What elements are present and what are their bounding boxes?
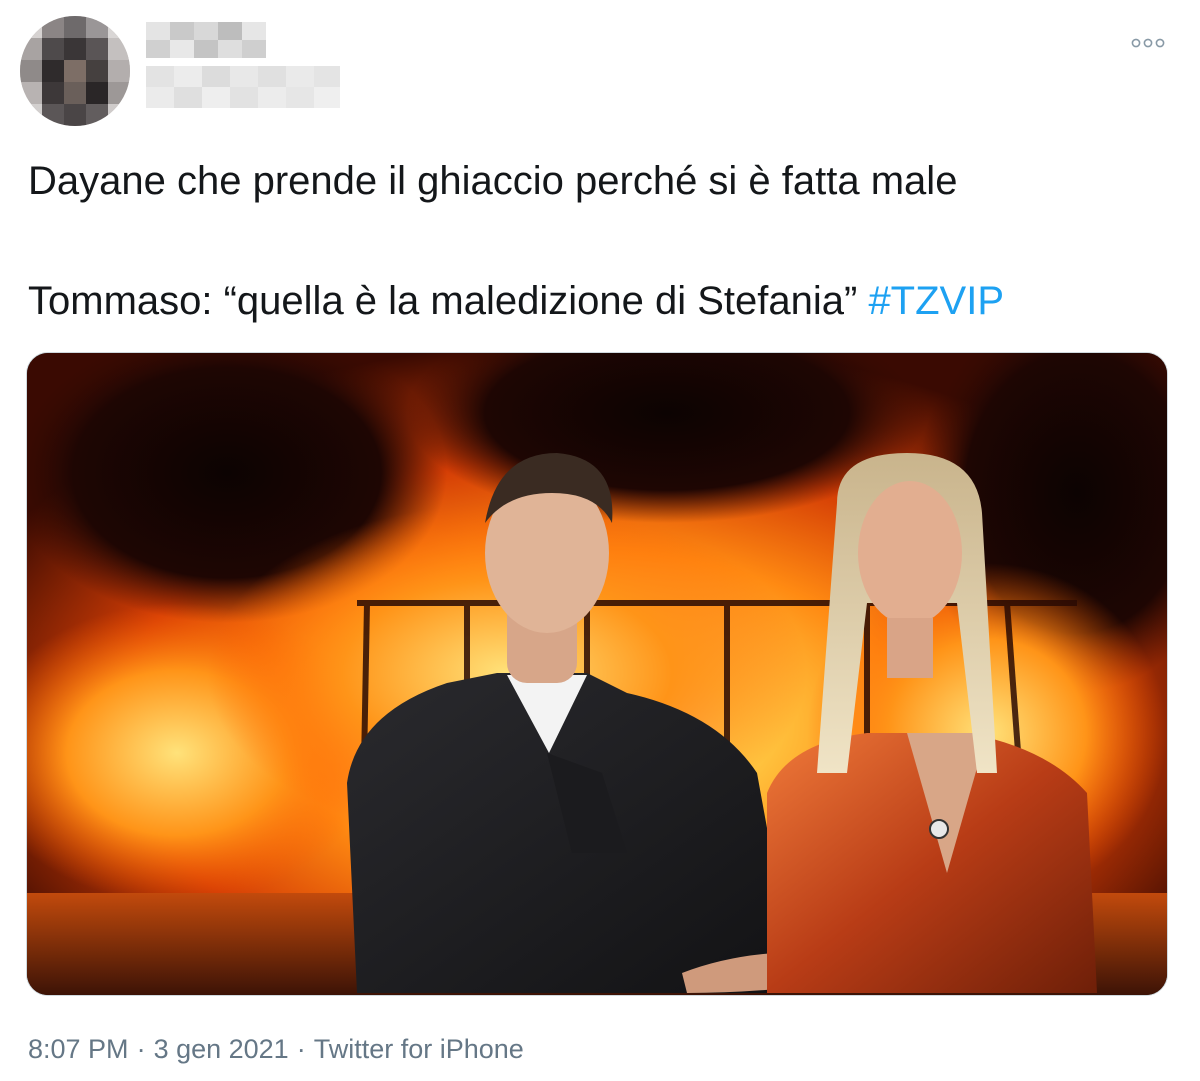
tweet-time[interactable]: 8:07 PM: [28, 1034, 129, 1064]
tweet-text-line-1: Dayane che prende il ghiaccio perché si …: [28, 159, 958, 203]
avatar[interactable]: [20, 16, 130, 126]
author-handle[interactable]: [146, 66, 340, 108]
meta-separator: ·: [296, 1034, 306, 1064]
tweet-source[interactable]: Twitter for iPhone: [314, 1034, 524, 1064]
tweet-date[interactable]: 3 gen 2021: [154, 1034, 289, 1064]
tweet-text-quote: Tommaso: “quella è la maledizione di Ste…: [28, 279, 869, 323]
tweet-text-line-2: Tommaso: “quella è la maledizione di Ste…: [28, 278, 1178, 324]
tweet-card: Dayane che prende il ghiaccio perché si …: [0, 0, 1200, 1081]
author-display-name[interactable]: [146, 22, 266, 58]
more-icon[interactable]: [1128, 32, 1168, 54]
hashtag-link[interactable]: #TZVIP: [868, 279, 1004, 323]
meta-separator: ·: [136, 1034, 146, 1064]
tweet-media-image[interactable]: [26, 352, 1168, 996]
tweet-meta: 8:07 PM · 3 gen 2021 · Twitter for iPhone: [28, 1032, 524, 1066]
